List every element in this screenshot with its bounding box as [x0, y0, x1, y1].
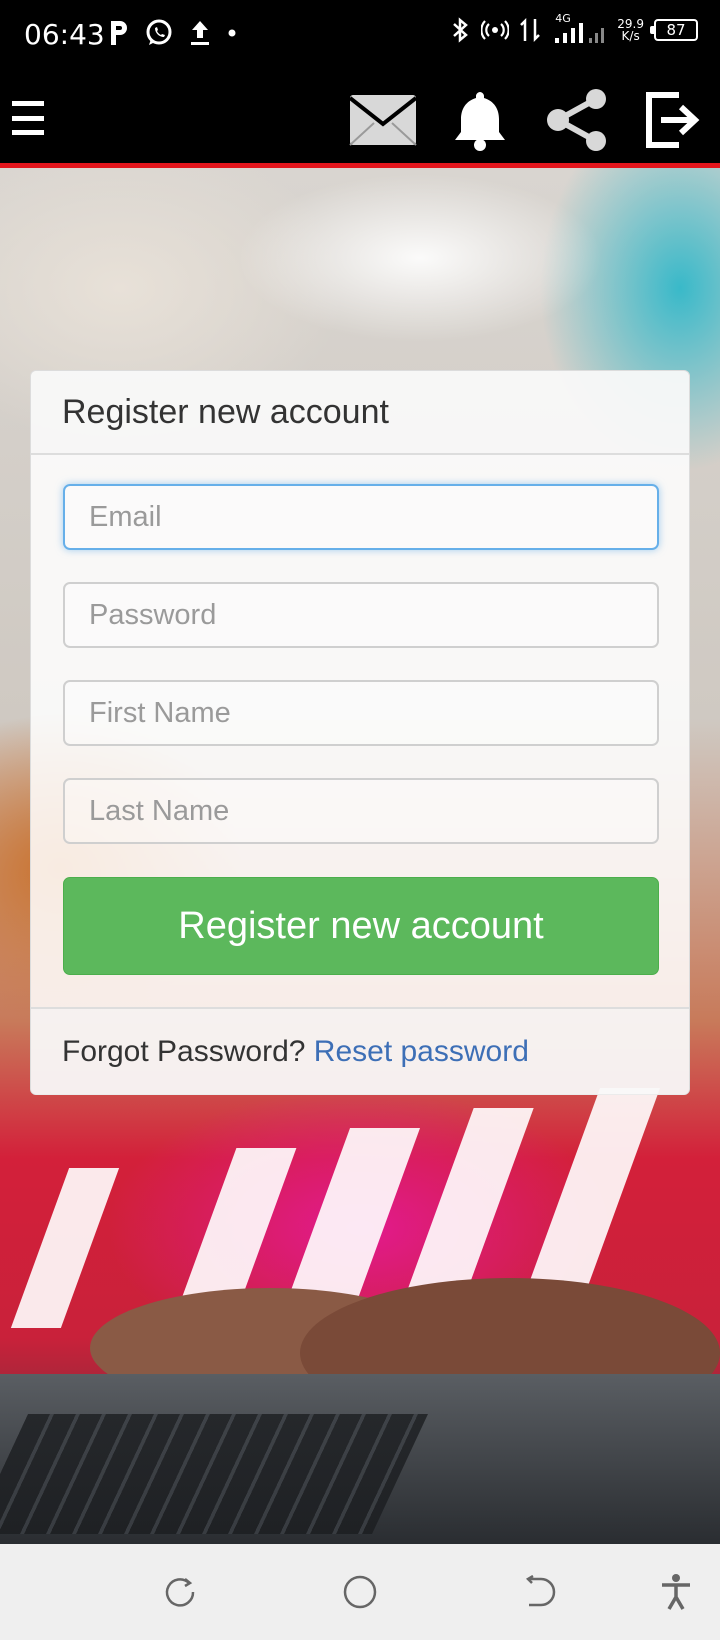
menu-icon[interactable]	[12, 98, 44, 138]
last-name-input[interactable]	[63, 778, 659, 844]
register-card: Register new account Register new accoun…	[30, 370, 690, 1095]
home-icon[interactable]	[340, 1572, 380, 1612]
accessibility-icon[interactable]	[656, 1572, 696, 1612]
battery-level: 87	[666, 21, 686, 39]
laptop	[0, 1374, 720, 1544]
dot-icon	[228, 29, 236, 37]
menu-bar	[12, 101, 44, 106]
system-icons: 4G 29.9 K/s 87	[449, 12, 698, 44]
status-time: 06:43	[24, 18, 105, 51]
menu-bar	[12, 115, 44, 121]
hotspot-icon	[481, 20, 510, 40]
status-bar: 06:43 4G 29.9 K/s 87	[0, 0, 720, 72]
back-icon[interactable]	[520, 1572, 560, 1612]
app-header	[0, 72, 720, 168]
shirt-stripe	[519, 1088, 661, 1308]
card-footer: Forgot Password? Reset password	[31, 1007, 689, 1095]
menu-bar	[12, 130, 44, 135]
card-header: Register new account	[31, 371, 689, 455]
whatsapp-icon	[146, 19, 172, 45]
upload-icon	[191, 21, 209, 45]
logout-icon[interactable]	[640, 84, 704, 156]
password-input[interactable]	[63, 582, 659, 648]
notification-icons	[108, 18, 238, 48]
recent-apps-icon[interactable]	[160, 1572, 200, 1612]
mail-icon[interactable]	[348, 84, 418, 156]
signal-strength-icon	[555, 23, 605, 43]
data-transfer-icon	[520, 17, 541, 43]
laptop-keyboard	[0, 1414, 428, 1534]
shirt-stripe	[10, 1168, 120, 1328]
parking-app-icon	[111, 21, 127, 45]
signal-group: 4G	[551, 12, 607, 44]
navigation-bar	[0, 1544, 720, 1640]
share-icon[interactable]	[542, 84, 612, 156]
net-speed-unit: K/s	[621, 29, 640, 43]
bell-icon[interactable]	[450, 84, 510, 156]
card-title: Register new account	[62, 393, 389, 431]
bluetooth-icon	[453, 17, 469, 43]
register-button[interactable]: Register new account	[63, 877, 659, 975]
first-name-input[interactable]	[63, 680, 659, 746]
net-speed: 29.9 K/s	[617, 18, 644, 42]
email-input[interactable]	[63, 484, 659, 550]
battery-indicator: 87	[650, 19, 698, 41]
reset-password-link[interactable]: Reset password	[314, 1035, 529, 1068]
forgot-password-text: Forgot Password?	[62, 1035, 306, 1068]
